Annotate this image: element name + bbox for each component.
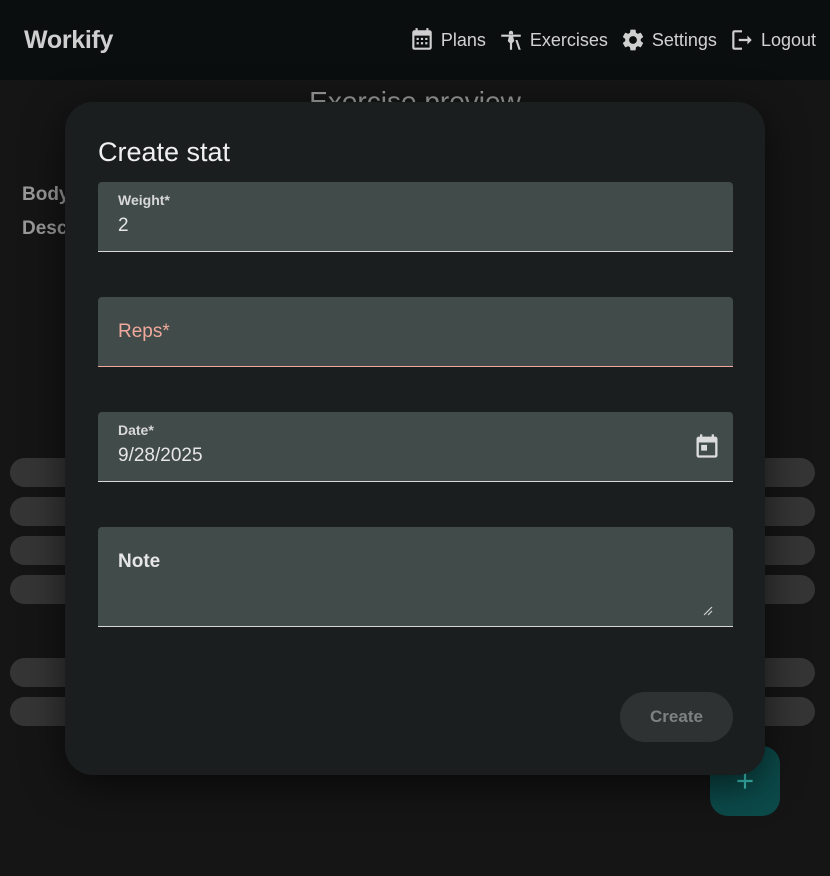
- brand-logo[interactable]: Workify: [24, 26, 113, 55]
- date-input[interactable]: 9/28/2025: [118, 445, 203, 467]
- date-label: Date*: [118, 422, 154, 438]
- nav-exercises[interactable]: Exercises: [498, 27, 608, 53]
- nav-settings[interactable]: Settings: [620, 27, 717, 53]
- create-stat-dialog: Create stat Weight* 2 Reps* Date* 9/28/2…: [65, 102, 765, 775]
- nav-logout-label: Logout: [760, 29, 816, 50]
- date-field[interactable]: Date* 9/28/2025: [98, 412, 733, 482]
- app-bar: Workify Plans Exercises Settings Logout: [0, 0, 830, 80]
- nav-menu: Plans Exercises Settings Logout: [409, 27, 816, 53]
- exercise-icon: [501, 30, 521, 50]
- resize-handle-icon[interactable]: [703, 606, 713, 616]
- dialog-title: Create stat: [98, 137, 231, 167]
- note-label: Note: [118, 551, 161, 572]
- logout-icon: [732, 30, 752, 50]
- body-label: Body: [22, 184, 70, 205]
- calendar-icon[interactable]: [693, 432, 721, 460]
- nav-plans[interactable]: Plans: [409, 27, 486, 53]
- weight-label: Weight*: [118, 192, 170, 208]
- note-field[interactable]: Note: [98, 527, 733, 627]
- reps-label: Reps*: [118, 321, 170, 342]
- nav-exercises-label: Exercises: [529, 29, 608, 50]
- description-label: Desc: [22, 218, 68, 239]
- nav-settings-label: Settings: [651, 29, 717, 50]
- reps-field[interactable]: Reps*: [98, 297, 733, 367]
- create-button[interactable]: Create: [620, 692, 733, 742]
- nav-plans-label: Plans: [440, 29, 486, 50]
- weight-field[interactable]: Weight* 2: [98, 182, 733, 252]
- calendar-icon: [412, 28, 432, 50]
- nav-logout[interactable]: Logout: [729, 27, 816, 53]
- weight-input[interactable]: 2: [118, 215, 129, 237]
- gear-icon: [622, 29, 644, 51]
